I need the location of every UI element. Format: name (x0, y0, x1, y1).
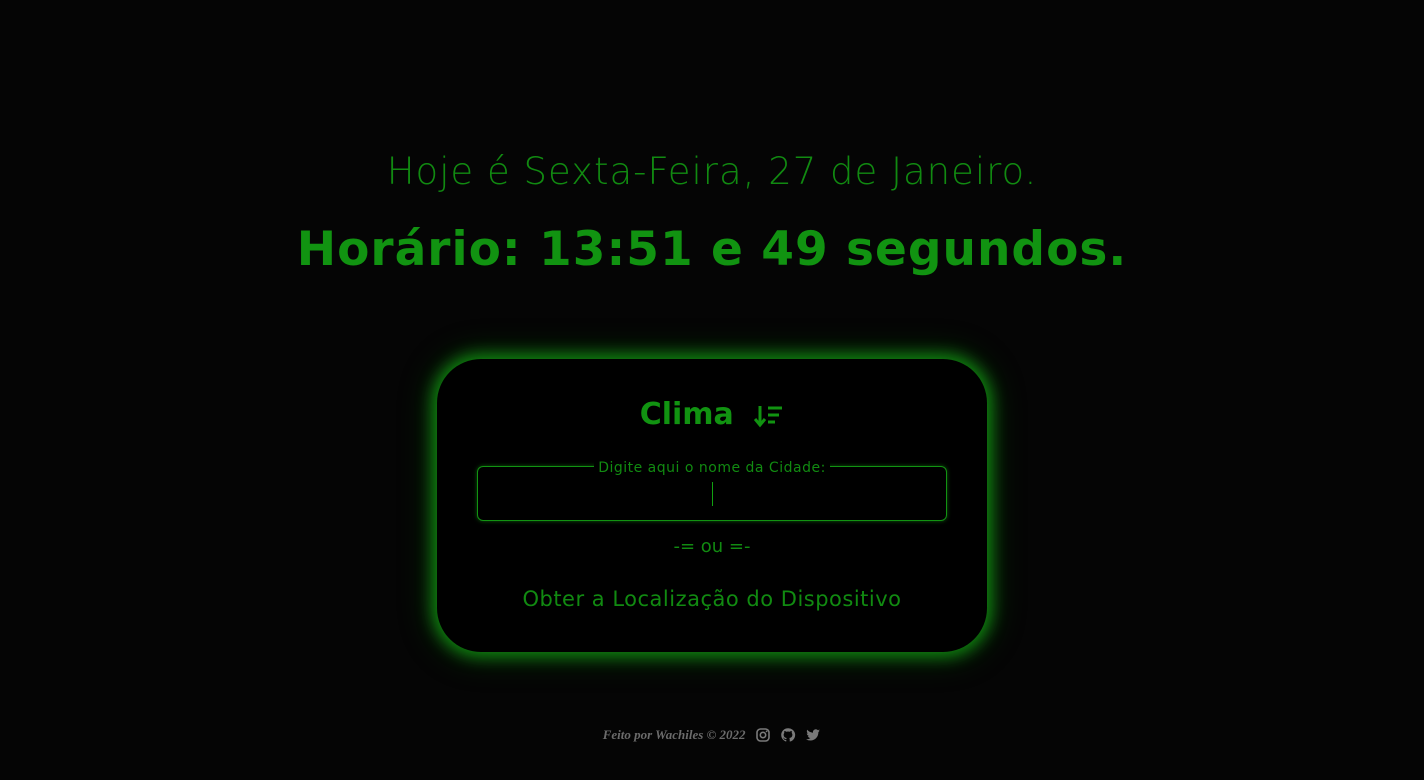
clock-weather-page: Hoje é Sexta-Feira, 27 de Janeiro. Horár… (0, 0, 1424, 780)
footer: Feito por Wachiles © 2022 (0, 726, 1424, 743)
time-heading: Horário: 13:51 e 49 segundos. (296, 222, 1128, 277)
instagram-icon[interactable] (755, 727, 771, 743)
city-search-input[interactable] (486, 479, 942, 509)
city-fieldset: Digite aqui o nome da Cidade: (477, 460, 947, 521)
city-field-legend: Digite aqui o nome da Cidade: (478, 457, 946, 476)
footer-credit: Feito por Wachiles © 2022 (602, 727, 746, 743)
text-caret (712, 482, 713, 506)
weather-title-label: Clima (639, 397, 734, 432)
weather-card: Clima Digite aqui o nome da Cidade: -= o… (437, 359, 987, 652)
get-device-location-button[interactable]: Obter a Localização do Dispositivo (487, 587, 937, 611)
city-field-legend-text: Digite aqui o nome da Cidade: (594, 460, 830, 476)
date-heading: Hoje é Sexta-Feira, 27 de Janeiro. (386, 150, 1038, 193)
weather-card-title: Clima (437, 397, 987, 432)
twitter-icon[interactable] (805, 727, 821, 743)
sort-down-icon (754, 405, 783, 427)
github-icon[interactable] (780, 727, 796, 743)
or-separator: -= ou =- (673, 536, 751, 557)
